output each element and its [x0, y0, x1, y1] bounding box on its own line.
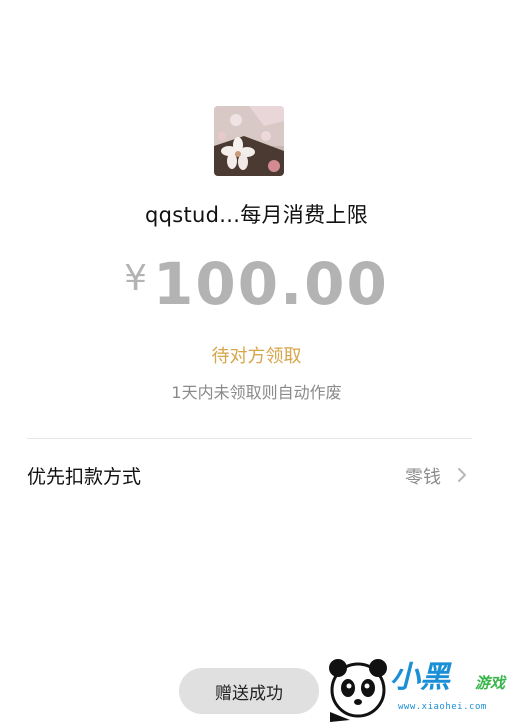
payment-method-label: 优先扣款方式: [27, 466, 142, 488]
divider: [27, 438, 472, 439]
status-text: 待对方领取: [211, 346, 302, 367]
gift-success-button[interactable]: 赠送成功: [179, 668, 319, 714]
panda-mascot-icon: [329, 659, 387, 722]
payment-method-value: 零钱: [405, 467, 441, 488]
watermark-sub: 游戏: [474, 674, 505, 692]
currency-symbol: ¥: [124, 258, 148, 299]
amount-value: 100.00: [153, 250, 389, 318]
recipient-avatar: [214, 106, 284, 176]
amount-display: ¥100.00: [0, 250, 513, 318]
payment-method-row[interactable]: 优先扣款方式 零钱: [0, 445, 513, 505]
chevron-right-icon: [458, 468, 466, 482]
transfer-detail-screen: qqstud...每月消费上限 ¥100.00 待对方领取 1天内未领取则自动作…: [0, 0, 513, 723]
site-watermark: 小黑 游戏 www.xiaohei.com: [320, 650, 513, 723]
expire-note: 1天内未领取则自动作废: [171, 383, 342, 402]
cherry-blossom-avatar-icon: [214, 106, 284, 176]
watermark-url: www.xiaohei.com: [398, 702, 487, 712]
watermark-brand: 小黑: [390, 660, 450, 695]
recipient-name: qqstud...每月消费上限: [145, 203, 368, 227]
